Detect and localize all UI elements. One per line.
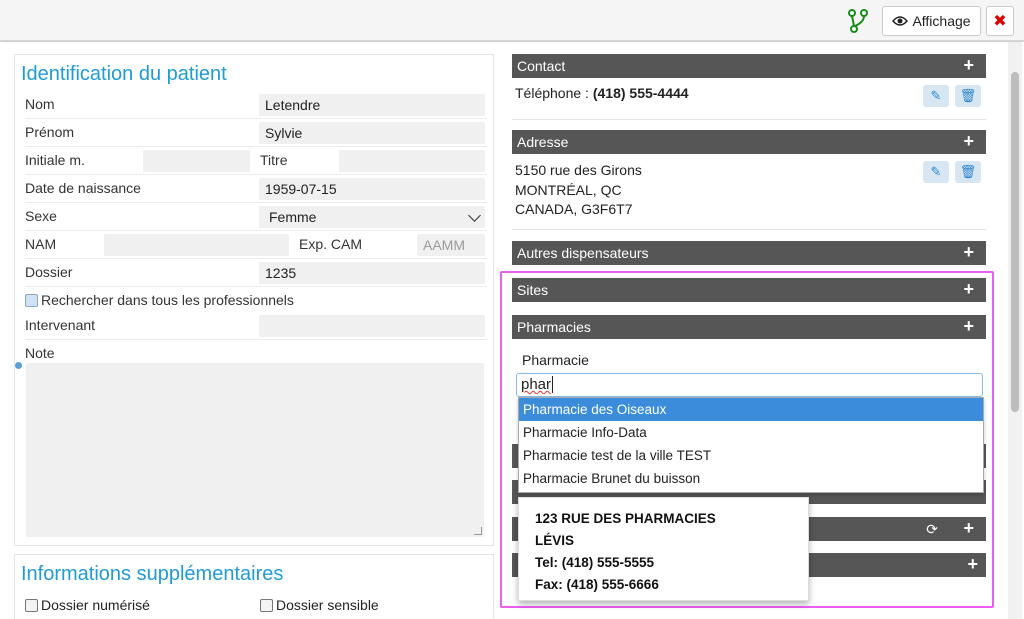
search-all-checkbox-wrap[interactable]: Rechercher dans tous les professionnels — [25, 292, 294, 308]
intervenant-row: Intervenant — [25, 312, 487, 340]
phone-label: Téléphone : — [515, 85, 589, 101]
adresse-body: 5150 rue des Girons MONTRÉAL, QC CANADA,… — [512, 154, 986, 230]
contact-title: Contact — [517, 58, 566, 74]
supplementary-title: Informations supplémentaires — [21, 563, 284, 585]
ddn-row: Date de naissance 1959-07-15 — [25, 175, 487, 203]
dossier-numerise-checkbox[interactable] — [25, 599, 38, 612]
sexe-label: Sexe — [25, 208, 57, 224]
nom-label: Nom — [25, 96, 55, 112]
plus-icon[interactable]: + — [963, 130, 974, 153]
adresse-header: Adresse + — [512, 130, 986, 154]
nom-row: Nom Letendre — [25, 91, 487, 119]
expcam-label: Exp. CAM — [299, 236, 363, 252]
dossier-numerise-option[interactable]: Dossier numérisé — [25, 597, 150, 613]
scrollbar[interactable] — [1008, 42, 1022, 619]
contact-header: Contact + — [512, 54, 986, 78]
affichage-label: Affichage — [912, 13, 971, 29]
adresse-title: Adresse — [517, 134, 569, 150]
nam-field[interactable] — [104, 234, 289, 256]
dossier-label: Dossier — [25, 264, 73, 280]
autres-header: Autres dispensateurs + — [512, 241, 986, 265]
adresse-line3: CANADA, G3F6T7 — [515, 201, 633, 217]
edit-icon[interactable]: ✎ — [923, 161, 949, 183]
trash-icon[interactable]: 🗑 — [955, 85, 981, 107]
prenom-label: Prénom — [25, 124, 75, 140]
plus-icon[interactable]: + — [963, 54, 974, 77]
expcam-field[interactable]: AAMM — [417, 234, 485, 256]
initiale-row: Initiale m. Titre — [25, 147, 487, 175]
dropdown-option[interactable]: Pharmacie Brunet du buisson — [519, 467, 983, 490]
plus-icon[interactable]: + — [963, 241, 974, 264]
main-content: Identification du patient Nom Letendre P… — [0, 42, 1024, 619]
pharmacie-dropdown: Pharmacie des Oiseaux Pharmacie Info-Dat… — [518, 397, 984, 493]
trash-icon[interactable]: 🗑 — [955, 161, 981, 183]
note-label: Note — [25, 345, 55, 361]
sexe-select[interactable]: Femme — [259, 206, 485, 228]
intervenant-field[interactable] — [259, 315, 485, 337]
top-toolbar: Affichage ✖ — [0, 0, 1024, 41]
edit-icon[interactable]: ✎ — [923, 85, 949, 107]
supplementary-panel: Informations supplémentaires Dossier num… — [14, 554, 494, 619]
sexe-row: Sexe Femme — [25, 203, 487, 231]
eye-icon — [892, 16, 909, 26]
search-all-row: Rechercher dans tous les professionnels — [25, 287, 487, 315]
dossier-row: Dossier 1235 — [25, 259, 487, 287]
contact-body: Téléphone : (418) 555-4444 ✎ 🗑 — [512, 78, 986, 120]
phone-line: Téléphone : (418) 555-4444 — [515, 85, 689, 101]
search-all-label: Rechercher dans tous les professionnels — [41, 292, 294, 308]
titre-field[interactable] — [339, 150, 485, 172]
intervenant-label: Intervenant — [25, 317, 96, 333]
dossier-sensible-option[interactable]: Dossier sensible — [260, 597, 379, 613]
tooltip-city: LÉVIS — [535, 533, 575, 548]
tooltip-tel: Tel: (418) 555-5555 — [535, 555, 655, 570]
note-textarea[interactable] — [26, 363, 484, 537]
tooltip-address: 123 RUE DES PHARMACIES — [535, 511, 716, 526]
affichage-button[interactable]: Affichage — [882, 6, 981, 36]
dossier-sensible-checkbox[interactable] — [260, 599, 273, 612]
prenom-row: Prénom Sylvie — [25, 119, 487, 147]
close-icon: ✖ — [993, 13, 1007, 30]
phone-value: (418) 555-4444 — [592, 85, 689, 101]
ddn-label: Date de naissance — [25, 180, 141, 196]
prenom-field[interactable]: Sylvie — [259, 122, 485, 144]
dropdown-option[interactable]: Pharmacie test de la ville TEST — [519, 444, 983, 467]
titre-label: Titre — [260, 152, 288, 168]
dropdown-option[interactable]: Pharmacie des Oiseaux — [519, 398, 983, 421]
sexe-value: Femme — [269, 209, 317, 225]
autres-title: Autres dispensateurs — [517, 245, 649, 261]
nam-label: NAM — [25, 236, 57, 252]
dropdown-option[interactable]: Pharmacie Info-Data — [519, 421, 983, 444]
close-button[interactable]: ✖ — [986, 6, 1014, 36]
ddn-field[interactable]: 1959-07-15 — [259, 178, 485, 200]
dossier-numerise-label: Dossier numérisé — [41, 597, 150, 613]
identification-title: Identification du patient — [21, 63, 227, 85]
chevron-down-icon — [468, 209, 481, 222]
dossier-sensible-label: Dossier sensible — [276, 597, 379, 613]
pharmacy-tooltip: 123 RUE DES PHARMACIES LÉVIS Tel: (418) … — [518, 497, 809, 601]
tooltip-fax: Fax: (418) 555-6666 — [535, 577, 659, 592]
initiale-label: Initiale m. — [25, 152, 85, 168]
adresse-line2: MONTRÉAL, QC — [515, 181, 622, 198]
resize-handle-icon[interactable] — [474, 527, 482, 535]
search-all-checkbox[interactable] — [25, 294, 38, 307]
scrollbar-thumb[interactable] — [1011, 72, 1019, 412]
info-icon — [15, 362, 22, 369]
branch-icon[interactable] — [848, 9, 868, 33]
nom-field[interactable]: Letendre — [259, 94, 485, 116]
nam-row: NAM Exp. CAM AAMM — [25, 231, 487, 259]
initiale-field[interactable] — [143, 150, 250, 172]
dossier-field[interactable]: 1235 — [259, 262, 485, 284]
adresse-line1: 5150 rue des Girons — [515, 162, 642, 178]
